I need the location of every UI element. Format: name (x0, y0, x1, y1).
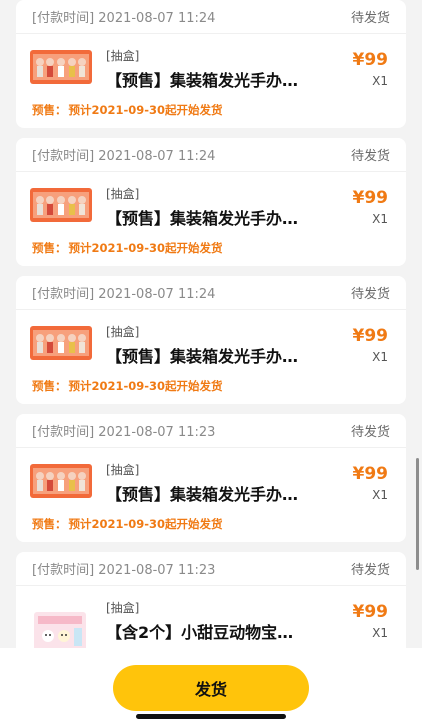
order-header: [付款时间] 2021-08-07 11:24 待发货 (16, 138, 406, 172)
product-name: 【预售】集装箱发光手办… (106, 347, 299, 366)
order-header: [付款时间] 2021-08-07 11:23 待发货 (16, 552, 406, 586)
pay-time: [付款时间] 2021-08-07 11:24 (32, 149, 216, 164)
order-status: 待发货 (350, 563, 390, 578)
product-tag: [抽盒] (106, 49, 140, 63)
product-image (30, 464, 92, 498)
product-image (30, 50, 92, 84)
presale-date: 预计2021-09-30起开始发货 (68, 379, 223, 393)
product-quantity: X1 (372, 350, 388, 364)
scrollbar[interactable] (416, 458, 419, 570)
order-item[interactable]: [抽盒] 【预售】集装箱发光手办… ¥99 X1 (16, 448, 406, 512)
product-quantity: X1 (372, 488, 388, 502)
product-quantity: X1 (372, 74, 388, 88)
order-header: [付款时间] 2021-08-07 11:23 待发货 (16, 414, 406, 448)
product-name: 【预售】集装箱发光手办… (106, 209, 299, 228)
order-card[interactable]: [付款时间] 2021-08-07 11:24 待发货 [抽盒] 【预售】集装箱… (16, 138, 406, 266)
order-item[interactable]: [抽盒] 【预售】集装箱发光手办… ¥99 X1 (16, 34, 406, 98)
order-header: [付款时间] 2021-08-07 11:24 待发货 (16, 276, 406, 310)
presale-date: 预计2021-09-30起开始发货 (68, 517, 223, 531)
product-name: 【预售】集装箱发光手办… (106, 71, 299, 90)
presale-date: 预计2021-09-30起开始发货 (68, 103, 223, 117)
product-tag: [抽盒] (106, 325, 140, 339)
product-quantity: X1 (372, 212, 388, 226)
order-header: [付款时间] 2021-08-07 11:24 待发货 (16, 0, 406, 34)
product-price: ¥99 (352, 188, 389, 208)
order-item[interactable]: [抽盒] 【预售】集装箱发光手办… ¥99 X1 (16, 172, 406, 236)
order-card[interactable]: [付款时间] 2021-08-07 11:24 待发货 [抽盒] 【预售】集装箱… (16, 0, 406, 128)
pay-time: [付款时间] 2021-08-07 11:23 (32, 425, 216, 440)
pay-time: [付款时间] 2021-08-07 11:24 (32, 287, 216, 302)
order-status: 待发货 (350, 11, 390, 26)
product-quantity: X1 (372, 626, 388, 640)
pay-time: [付款时间] 2021-08-07 11:24 (32, 11, 216, 26)
presale-notice: 预售： 预计2021-09-30起开始发货 (16, 98, 406, 122)
order-card[interactable]: [付款时间] 2021-08-07 11:23 待发货 [抽盒] 【预售】集装箱… (16, 414, 406, 542)
order-item[interactable]: [抽盒] 【预售】集装箱发光手办… ¥99 X1 (16, 310, 406, 374)
presale-label: 预售： (32, 241, 67, 255)
presale-label: 预售： (32, 517, 67, 531)
product-image (30, 326, 92, 360)
product-price: ¥99 (352, 464, 389, 484)
presale-label: 预售： (32, 103, 67, 117)
product-price: ¥99 (352, 326, 389, 346)
presale-notice: 预售： 预计2021-09-30起开始发货 (16, 236, 406, 260)
presale-label: 预售： (32, 379, 67, 393)
presale-notice: 预售： 预计2021-09-30起开始发货 (16, 374, 406, 398)
pay-time: [付款时间] 2021-08-07 11:23 (32, 563, 216, 578)
product-tag: [抽盒] (106, 601, 140, 615)
product-tag: [抽盒] (106, 463, 140, 477)
presale-notice: 预售： 预计2021-09-30起开始发货 (16, 512, 406, 536)
ship-button[interactable]: 发货 (113, 665, 309, 711)
product-name: 【含2个】小甜豆动物宝… (106, 623, 294, 642)
home-indicator (136, 714, 286, 719)
order-list[interactable]: [付款时间] 2021-08-07 11:24 待发货 [抽盒] 【预售】集装箱… (0, 0, 422, 648)
product-image (30, 188, 92, 222)
product-image (34, 612, 86, 648)
product-price: ¥99 (352, 602, 389, 622)
order-status: 待发货 (350, 149, 390, 164)
order-card[interactable]: [付款时间] 2021-08-07 11:24 待发货 [抽盒] 【预售】集装箱… (16, 276, 406, 404)
product-price: ¥99 (352, 50, 389, 70)
presale-date: 预计2021-09-30起开始发货 (68, 241, 223, 255)
order-status: 待发货 (350, 425, 390, 440)
product-name: 【预售】集装箱发光手办… (106, 485, 299, 504)
product-tag: [抽盒] (106, 187, 140, 201)
order-card[interactable]: [付款时间] 2021-08-07 11:23 待发货 [抽盒] 【含2个】小甜… (16, 552, 406, 648)
order-item[interactable]: [抽盒] 【含2个】小甜豆动物宝… ¥99 X1 (16, 586, 406, 648)
order-status: 待发货 (350, 287, 390, 302)
